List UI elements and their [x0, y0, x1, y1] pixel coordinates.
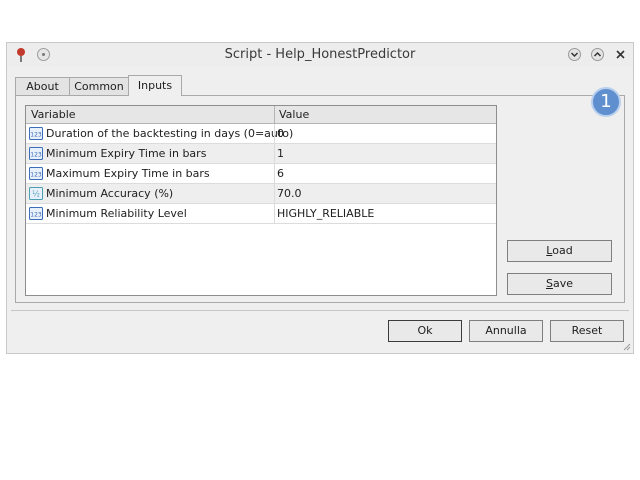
type-icon-glyph: ½ — [32, 190, 40, 199]
integer-type-icon: 123 — [29, 127, 43, 140]
reset-button[interactable]: Reset — [550, 320, 624, 342]
variable-name: Duration of the backtesting in days (0=a… — [46, 127, 294, 140]
maximize-button[interactable] — [591, 48, 604, 61]
table-row[interactable]: 123 Minimum Reliability Level HIGHLY_RELIA… — [26, 204, 496, 224]
table-row[interactable]: ½ Minimum Accuracy (%) 70.0 — [26, 184, 496, 204]
table-row[interactable]: 123 Minimum Expiry Time in bars 1 — [26, 144, 496, 164]
table-body: 123 Duration of the backtesting in days (… — [26, 124, 496, 224]
tab-common[interactable]: Common — [69, 77, 129, 95]
type-icon-glyph: 123 — [30, 172, 42, 179]
step-badge: 1 — [591, 87, 621, 117]
variable-name: Minimum Reliability Level — [46, 207, 187, 220]
column-header-value[interactable]: Value — [279, 106, 309, 123]
tab-about[interactable]: About — [15, 77, 70, 95]
save-label: ave — [552, 277, 573, 290]
variable-name: Minimum Accuracy (%) — [46, 187, 174, 200]
variable-value[interactable]: 6 — [277, 164, 284, 183]
chevron-down-icon — [570, 52, 579, 58]
minimize-button[interactable] — [568, 48, 581, 61]
table-row[interactable]: 123 Maximum Expiry Time in bars 6 — [26, 164, 496, 184]
load-label: oad — [552, 244, 573, 257]
variable-name: Minimum Expiry Time in bars — [46, 147, 207, 160]
table-row[interactable]: 123 Duration of the backtesting in days (… — [26, 124, 496, 144]
close-icon — [616, 50, 625, 59]
cell-divider — [274, 144, 275, 164]
integer-type-icon: 123 — [29, 147, 43, 160]
cell-divider — [274, 164, 275, 184]
variable-name: Maximum Expiry Time in bars — [46, 167, 210, 180]
column-divider[interactable] — [274, 106, 275, 123]
footer-divider — [11, 310, 629, 311]
cell-divider — [274, 184, 275, 204]
title-bar[interactable]: Script - Help_HonestPredictor — [7, 43, 633, 67]
resize-grip-icon[interactable] — [623, 343, 631, 351]
type-icon-glyph: 123 — [30, 212, 42, 219]
inputs-table: Variable Value 123 Duration of the backte… — [25, 105, 497, 296]
save-mnemonic: S — [545, 277, 553, 290]
variable-value[interactable]: 0 — [277, 124, 284, 143]
variable-value[interactable]: HIGHLY_RELIABLE — [277, 204, 374, 223]
save-button[interactable]: Save — [507, 273, 612, 295]
integer-type-icon: 123 — [29, 167, 43, 180]
column-header-variable[interactable]: Variable — [31, 106, 76, 123]
type-icon-glyph: 123 — [30, 152, 42, 159]
cancel-button[interactable]: Annulla — [469, 320, 543, 342]
script-dialog: Script - Help_HonestPredictor About Comm… — [6, 42, 634, 354]
variable-value[interactable]: 1 — [277, 144, 284, 163]
cell-divider — [274, 204, 275, 224]
tab-inputs[interactable]: Inputs — [128, 75, 182, 96]
close-button[interactable] — [614, 48, 627, 61]
load-button[interactable]: Load — [507, 240, 612, 262]
cell-divider — [274, 124, 275, 144]
integer-type-icon: 123 — [29, 207, 43, 220]
double-type-icon: ½ — [29, 187, 43, 200]
table-header: Variable Value — [26, 106, 496, 124]
ok-button[interactable]: Ok — [388, 320, 462, 342]
variable-value[interactable]: 70.0 — [277, 184, 302, 203]
type-icon-glyph: 123 — [30, 132, 42, 139]
chevron-up-icon — [593, 51, 602, 57]
window-title: Script - Help_HonestPredictor — [224, 47, 416, 62]
